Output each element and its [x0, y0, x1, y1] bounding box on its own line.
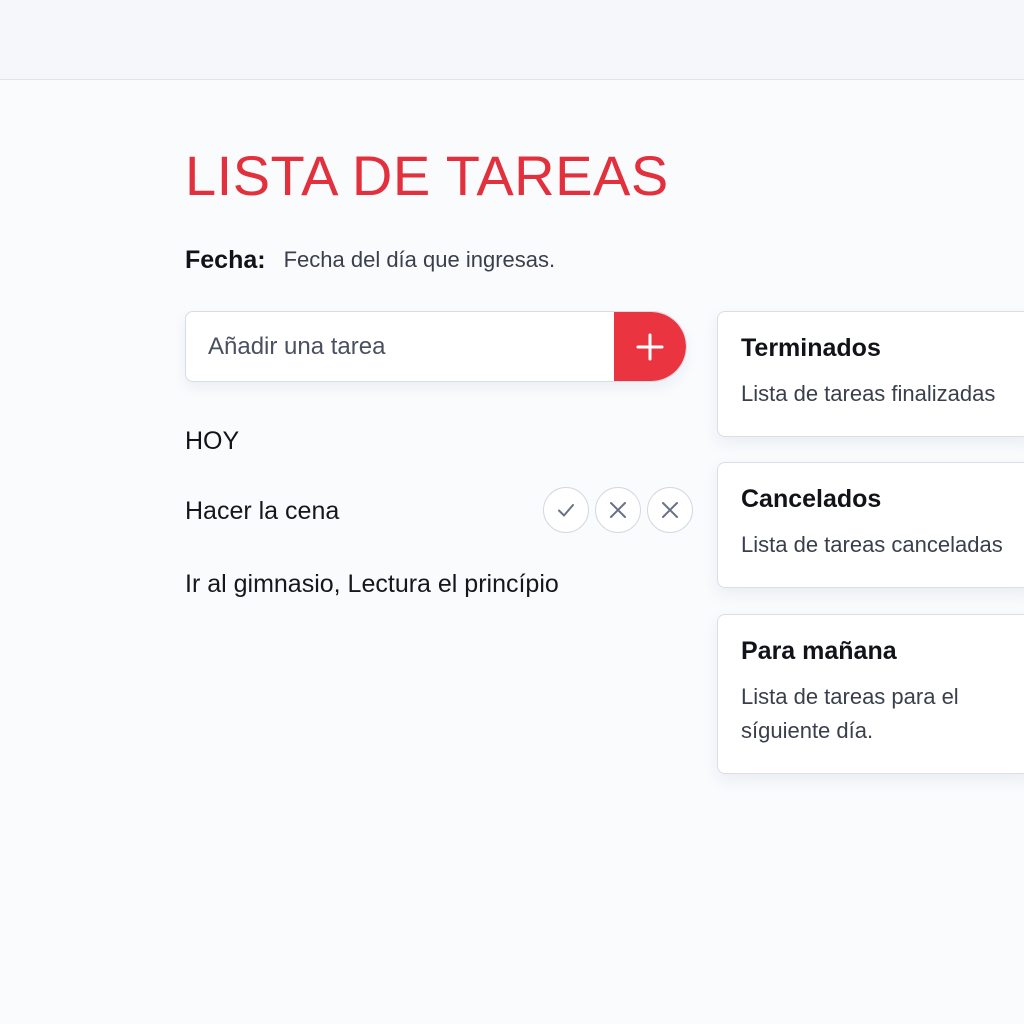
delete-task-button[interactable] [647, 487, 693, 533]
complete-task-button[interactable] [543, 487, 589, 533]
section-heading-today: HOY [185, 427, 240, 455]
task-item: Ir al gimnasio, Lectura el princípio [185, 570, 559, 598]
card-title: Cancelados [741, 485, 882, 513]
date-row: Fecha: Fecha del día que ingresas. [185, 243, 555, 277]
task-item: Hacer la cena [185, 497, 340, 525]
plus-icon [636, 333, 664, 360]
date-value: Fecha del día que ingresas. [283, 247, 556, 272]
task-actions [543, 487, 693, 533]
cancel-task-button[interactable] [595, 487, 641, 533]
close-icon [662, 502, 678, 518]
card-title: Terminados [741, 334, 881, 362]
add-task-box [185, 311, 687, 382]
close-icon [610, 502, 626, 518]
card-description: Lista de tareas canceladas [741, 532, 1003, 557]
card-terminados[interactable]: Terminados Lista de tareas finalizadas [717, 311, 1024, 437]
page-title: LISTA DE TAREAS [185, 144, 669, 207]
date-label: Fecha: [185, 245, 266, 274]
top-bar [0, 0, 1024, 80]
add-task-input[interactable] [186, 312, 614, 381]
card-title: Para mañana [741, 637, 897, 665]
card-description: Lista de tareas para el síguiente día. [741, 684, 959, 743]
card-cancelados[interactable]: Cancelados Lista de tareas canceladas [717, 462, 1024, 588]
add-task-button[interactable] [614, 312, 686, 381]
check-icon [558, 504, 574, 517]
card-para-manana[interactable]: Para mañana Lista de tareas para el sígu… [717, 614, 1024, 774]
card-description: Lista de tareas finalizadas [741, 381, 996, 406]
